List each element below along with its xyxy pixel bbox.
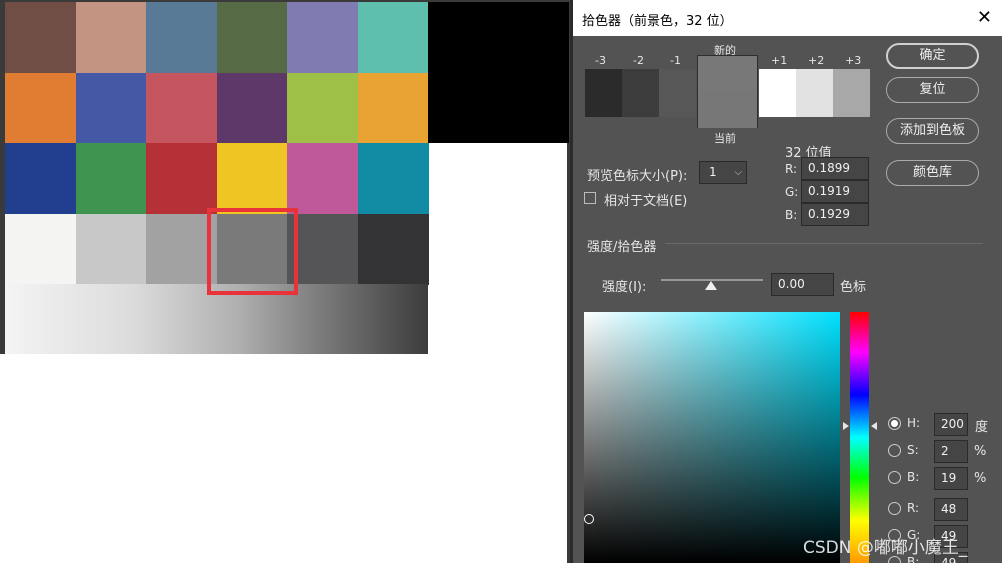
intensity-label: 强度(I): (602, 280, 647, 295)
b-label: B: (907, 470, 920, 484)
variation-swatch-plus2[interactable] (796, 69, 833, 117)
color-swatch[interactable] (146, 72, 217, 144)
s-input[interactable]: 2 (934, 440, 968, 463)
b-unit: % (974, 471, 987, 486)
s-label: S: (907, 443, 919, 457)
color-swatch[interactable] (287, 143, 358, 214)
intensity-slider-thumb[interactable] (705, 281, 717, 290)
variation-swatch-plus3[interactable] (833, 69, 870, 117)
strip-label-plus1: +1 (771, 54, 788, 67)
r-label: R: (907, 501, 920, 515)
color-picker-dialog: 拾色器（前景色，32 位） ✕ -3 -2 -1 +1 +2 +3 新的 当前 … (573, 0, 1002, 563)
s-radio[interactable] (888, 444, 901, 457)
close-icon[interactable]: ✕ (977, 7, 992, 28)
color-swatch[interactable] (5, 2, 76, 73)
color-swatch[interactable] (357, 213, 429, 285)
b-float-input[interactable]: 0.1929 (801, 203, 869, 226)
hue-slider[interactable] (850, 312, 869, 563)
b-float-label: B: (785, 208, 798, 222)
color-swatch[interactable] (75, 213, 147, 285)
new-current-preview (697, 55, 758, 128)
b-input[interactable]: 19 (934, 467, 968, 490)
relative-to-document-checkbox[interactable] (584, 192, 596, 204)
r-float-label: R: (785, 162, 798, 176)
dialog-titlebar: 拾色器（前景色，32 位） ✕ (573, 0, 1002, 36)
color-swatch[interactable] (75, 72, 147, 144)
h-input[interactable]: 200 (934, 413, 968, 436)
color-swatch[interactable] (216, 143, 288, 214)
g-float-input[interactable]: 0.1919 (801, 180, 869, 203)
color-swatch[interactable] (216, 72, 288, 144)
b-radio[interactable] (888, 471, 901, 484)
variation-swatch-plus1[interactable] (759, 69, 796, 117)
color-swatch[interactable] (75, 143, 147, 214)
strip-label-minus2: -2 (633, 54, 644, 67)
color-swatch[interactable] (75, 2, 147, 73)
relative-to-document-label: 相对于文档(E) (604, 194, 688, 209)
variation-swatch-minus1[interactable] (659, 69, 696, 117)
color-swatch[interactable] (287, 2, 358, 73)
hue-slider-right-arrow[interactable] (871, 422, 877, 430)
reset-button[interactable]: 复位 (886, 77, 979, 103)
section-divider (665, 243, 983, 244)
ok-button[interactable]: 确定 (886, 43, 979, 69)
add-to-swatches-button[interactable]: 添加到色板 (886, 118, 979, 144)
watermark: CSDN @嘟嘟小魔王_ (803, 538, 968, 558)
section-label: 强度/拾色器 (587, 240, 657, 255)
intensity-unit: 色标 (840, 280, 867, 295)
canvas-area[interactable] (0, 0, 570, 563)
r-input[interactable]: 48 (934, 498, 968, 521)
color-swatch[interactable] (357, 72, 429, 144)
color-swatch[interactable] (146, 143, 217, 214)
saturation-brightness-field[interactable] (584, 312, 840, 563)
new-color-preview (698, 56, 757, 92)
strip-label-plus3: +3 (845, 54, 862, 67)
color-swatch[interactable] (146, 2, 217, 73)
strip-label-minus3: -3 (595, 54, 606, 67)
g-float-label: G: (785, 185, 799, 199)
strip-label-minus1: -1 (670, 54, 681, 67)
color-swatch[interactable] (5, 72, 76, 144)
dialog-title: 拾色器（前景色，32 位） (582, 14, 733, 29)
h-unit: 度 (975, 420, 989, 435)
selected-swatch-highlight (207, 208, 298, 295)
intensity-input[interactable]: 0.00 (771, 273, 834, 296)
color-swatch[interactable] (357, 2, 429, 73)
black-block (428, 2, 569, 143)
current-color-label: 当前 (714, 132, 736, 145)
r-float-input[interactable]: 0.1899 (801, 157, 869, 180)
color-libraries-button[interactable]: 颜色库 (886, 160, 979, 186)
preview-size-value: 1 (709, 165, 717, 179)
color-swatch[interactable] (5, 213, 76, 285)
hue-slider-left-arrow[interactable] (843, 422, 849, 430)
current-color-preview[interactable] (698, 92, 757, 128)
preview-size-label: 预览色标大小(P): (587, 169, 688, 184)
color-picker-cursor[interactable] (584, 514, 594, 524)
preview-size-select[interactable]: 1 ⌵ (699, 161, 747, 184)
s-unit: % (974, 444, 987, 459)
color-swatch[interactable] (216, 2, 288, 73)
h-radio[interactable] (888, 417, 901, 430)
h-label: H: (907, 416, 921, 430)
chevron-down-icon: ⌵ (734, 167, 742, 178)
r-radio[interactable] (888, 502, 901, 515)
strip-label-plus2: +2 (808, 54, 825, 67)
color-swatch[interactable] (287, 72, 358, 144)
variation-swatch-minus2[interactable] (622, 69, 659, 117)
variation-swatch-minus3[interactable] (585, 69, 622, 117)
color-swatch[interactable] (357, 143, 429, 214)
color-swatch[interactable] (5, 143, 76, 214)
